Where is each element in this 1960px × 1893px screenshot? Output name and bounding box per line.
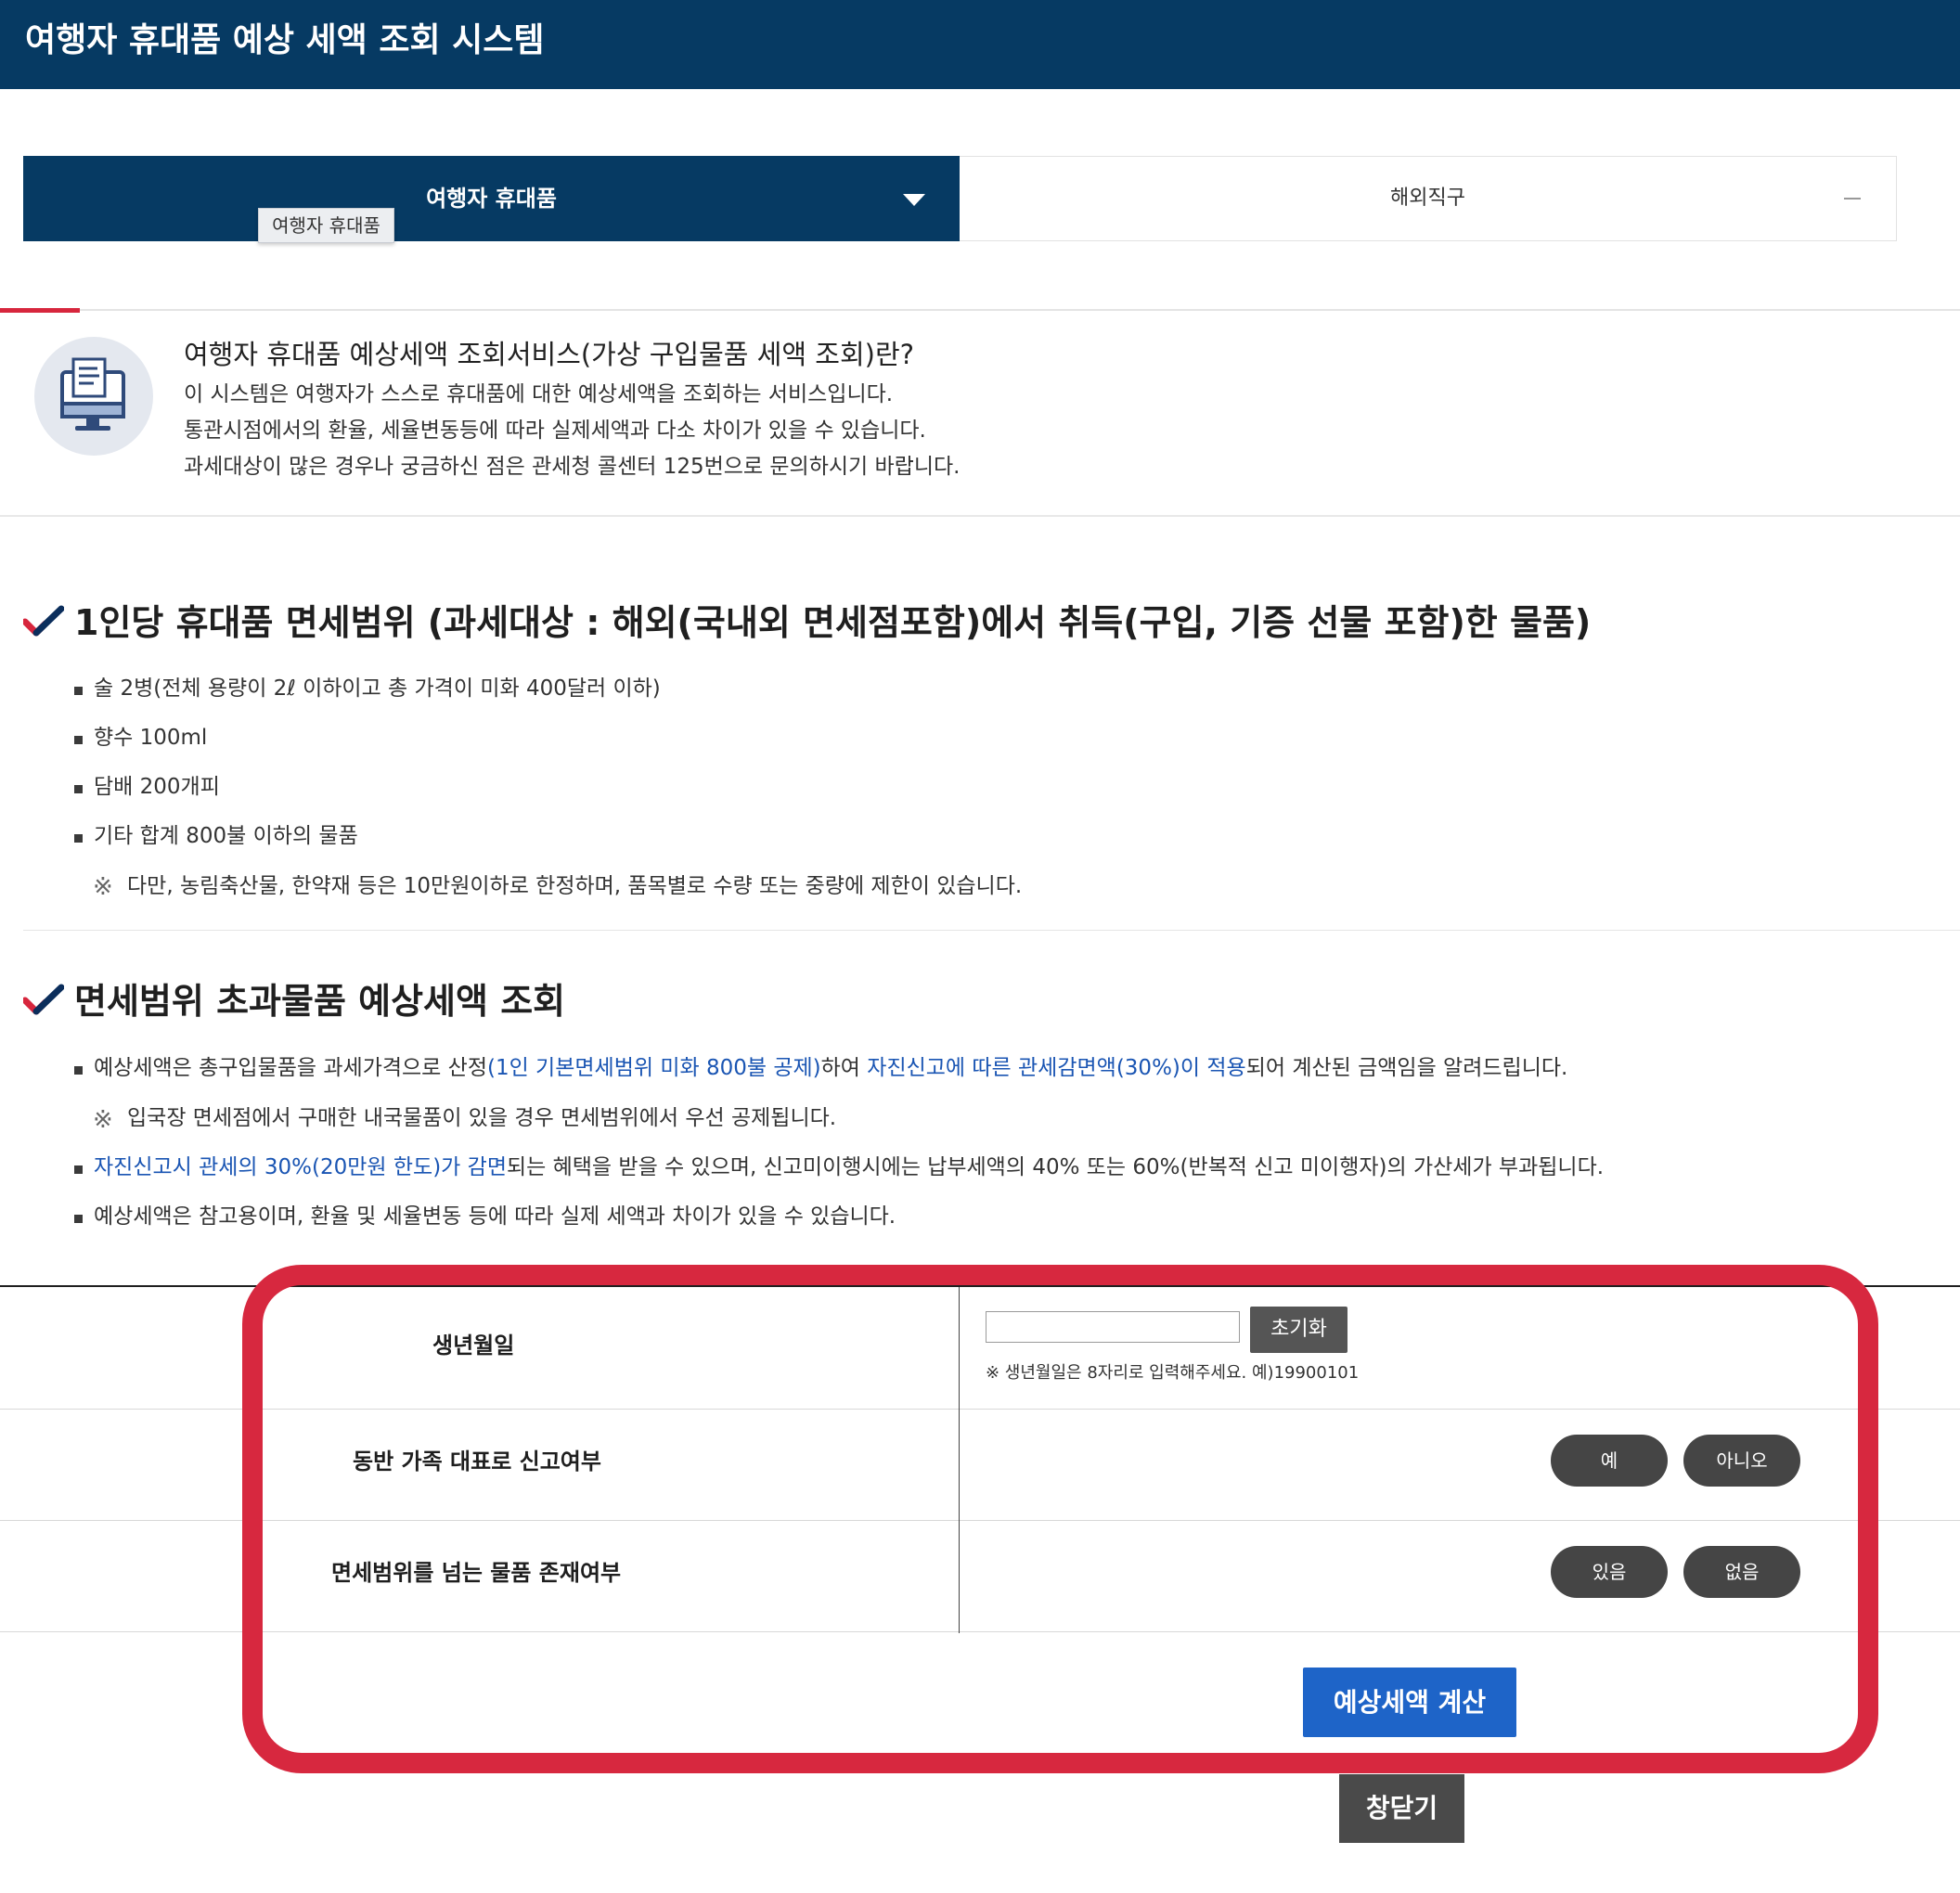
duty-free-item: 담배 200개피: [94, 775, 220, 799]
intro-divider: [0, 515, 1960, 517]
duty-free-item: 기타 합계 800불 이하의 물품: [94, 824, 358, 848]
bullet: [74, 1066, 83, 1075]
bullet: [74, 736, 83, 744]
tab-overseas-purchase-label: 해외직구: [1390, 187, 1465, 210]
intro-line: 통관시점에서의 환율, 세율변동등에 따라 실제세액과 다소 차이가 있을 수 …: [184, 419, 926, 443]
self-report-highlight: 자진신고시 관세의 30%(20만원 한도)가 감면: [94, 1155, 507, 1179]
estimate-info-text: 하여: [820, 1056, 868, 1080]
birthdate-input[interactable]: [986, 1311, 1240, 1343]
exceed-items-label: 면세범위를 넘는 물품 존재여부: [331, 1560, 622, 1586]
section-divider: [0, 309, 1960, 311]
calculate-estimate-button[interactable]: 예상세액 계산: [1303, 1668, 1516, 1737]
tab-traveler-goods[interactable]: 여행자 휴대품 여행자 휴대품: [23, 156, 960, 243]
form-row-divider: [0, 1631, 1960, 1632]
estimate-info-text: 예상세액은 총구입물품을 과세가격으로 산정: [94, 1056, 487, 1080]
form-row-divider: [0, 1409, 1960, 1410]
duty-free-item: 향수 100ml: [94, 726, 208, 750]
form-column-divider: [959, 1287, 960, 1633]
close-window-button[interactable]: 창닫기: [1339, 1774, 1464, 1843]
duty-free-note: 다만, 농림축산물, 한약재 등은 10만원이하로 한정하며, 품목별로 수량 …: [127, 874, 1023, 898]
family-yes-button[interactable]: 예: [1551, 1435, 1668, 1487]
minus-icon: [1844, 198, 1861, 200]
self-report-info: 자진신고시 관세의 30%(20만원 한도)가 감면되는 혜택을 받을 수 있으…: [94, 1153, 1604, 1182]
bullet: [74, 1215, 83, 1223]
reference-notice: 예상세액은 참고용이며, 환율 및 세율변동 등에 따라 실제 세액과 차이가 …: [94, 1204, 896, 1229]
estimate-info-highlight: 자진신고에 따른 관세감면액(30%)이 적용: [867, 1056, 1246, 1080]
computer-document-icon: [34, 337, 153, 456]
chevron-down-icon[interactable]: [903, 194, 925, 206]
bullet: [74, 1165, 83, 1174]
form-row-divider: [0, 1520, 1960, 1521]
self-report-text: 되는 혜택을 받을 수 있으며, 신고미이행시에는 납부세액의 40% 또는 6…: [506, 1155, 1605, 1179]
checkmark-icon: [21, 984, 65, 1015]
birthdate-hint: ※ 생년월일은 8자리로 입력해주세요. 예)19900101: [986, 1363, 1360, 1383]
reset-button[interactable]: 초기화: [1250, 1307, 1348, 1353]
section-title-estimate: 면세범위 초과물품 예상세액 조회: [74, 981, 566, 1022]
section-title-duty-free-range: 1인당 휴대품 면세범위 (과세대상 : 해외(국내외 면세점포함)에서 취득(…: [74, 602, 1592, 643]
section-accent: [0, 308, 80, 313]
duty-free-item: 술 2병(전체 용량이 2ℓ 이하이고 총 가격이 미화 400달러 이하): [94, 676, 661, 701]
intro-line: 과세대상이 많은 경우나 궁금하신 점은 관세청 콜센터 125번으로 문의하시…: [184, 455, 961, 479]
form-table-top-border: [0, 1285, 1960, 1287]
page-title: 여행자 휴대품 예상 세액 조회 시스템: [25, 21, 545, 59]
intro-line: 이 시스템은 여행자가 스스로 휴대품에 대한 예상세액을 조회하는 서비스입니…: [184, 382, 894, 406]
reference-mark: ※: [93, 1106, 113, 1134]
bullet: [74, 834, 83, 843]
intro-title: 여행자 휴대품 예상세액 조회서비스(가상 구입물품 세액 조회)란?: [184, 339, 915, 370]
app-header: 여행자 휴대품 예상 세액 조회 시스템: [0, 0, 1960, 89]
family-representative-label: 동반 가족 대표로 신고여부: [353, 1449, 601, 1474]
checkmark-icon: [21, 605, 65, 637]
family-no-button[interactable]: 아니오: [1683, 1435, 1800, 1487]
tab-bar: 여행자 휴대품 여행자 휴대품 해외직구: [23, 156, 1960, 243]
estimate-info-highlight: (1인 기본면세범위 미화 800불 공제): [486, 1056, 821, 1080]
estimate-note: 입국장 면세점에서 구매한 내국물품이 있을 경우 면세범위에서 우선 공제됩니…: [127, 1106, 837, 1130]
section-divider: [23, 930, 1960, 931]
tab-overseas-purchase[interactable]: 해외직구: [960, 156, 1897, 241]
birthdate-label: 생년월일: [432, 1333, 515, 1359]
reference-mark: ※: [93, 873, 113, 901]
exceed-no-button[interactable]: 없음: [1683, 1546, 1800, 1598]
estimate-info-text: 되어 계산된 금액임을 알려드립니다.: [1245, 1056, 1568, 1080]
bullet: [74, 785, 83, 793]
tab-traveler-goods-label: 여행자 휴대품: [426, 186, 557, 212]
tab-tooltip: 여행자 휴대품: [258, 208, 394, 243]
exceed-yes-button[interactable]: 있음: [1551, 1546, 1668, 1598]
bullet: [74, 687, 83, 695]
estimate-info: 예상세액은 총구입물품을 과세가격으로 산정(1인 기본면세범위 미화 800불…: [94, 1053, 1567, 1083]
